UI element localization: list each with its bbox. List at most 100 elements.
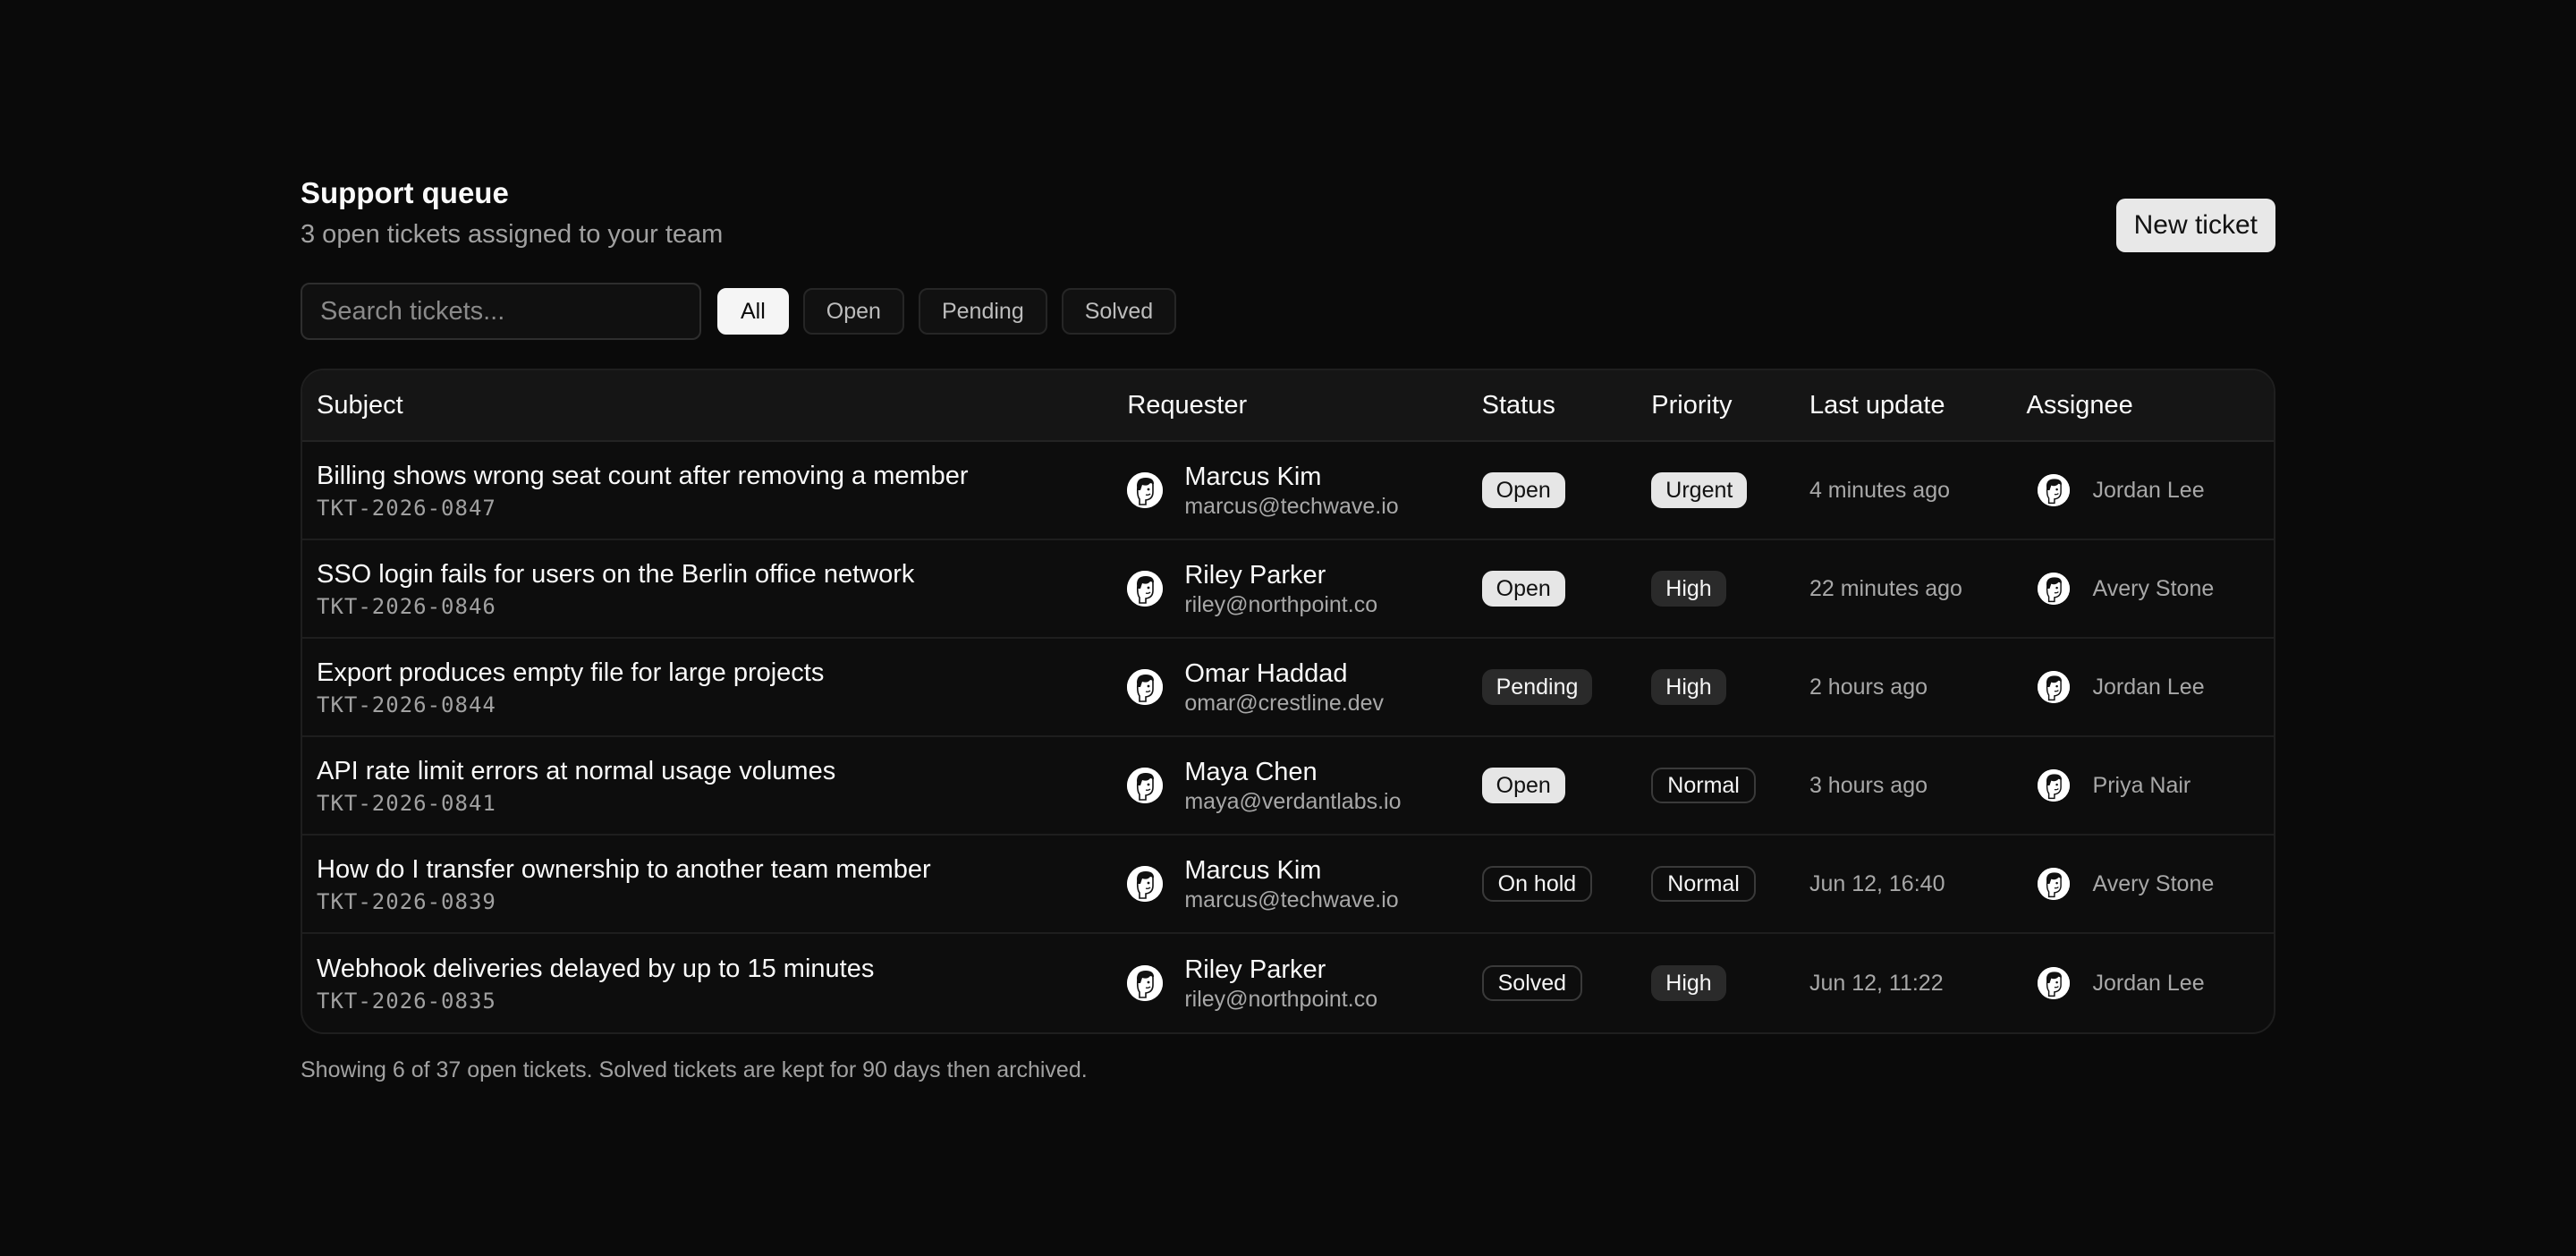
ticket-subject[interactable]: Webhook deliveries delayed by up to 15 m… — [317, 953, 1127, 985]
page-title: Support queue — [301, 176, 509, 209]
last-update-cell: Jun 12, 16:40 — [1809, 871, 2027, 897]
requester-email: omar@crestline.dev — [1184, 690, 1385, 716]
status-cell: Solved — [1481, 965, 1652, 1001]
filter-pending[interactable]: Pending — [918, 288, 1047, 335]
assignee-avatar — [2037, 671, 2070, 703]
priority-badge: High — [1651, 965, 1726, 1001]
new-ticket-button[interactable]: New ticket — [2115, 199, 2275, 252]
ticket-id: TKT-2026-0847 — [317, 496, 496, 521]
priority-badge: Urgent — [1651, 472, 1748, 508]
requester-info: Riley Parker riley@northpoint.co — [1184, 560, 1377, 618]
last-update-cell: 22 minutes ago — [1809, 576, 2027, 602]
last-update: 4 minutes ago — [1809, 477, 1950, 503]
requester-info: Marcus Kim marcus@techwave.io — [1184, 462, 1398, 520]
priority-cell: Urgent — [1651, 472, 1809, 508]
assignee-avatar — [2037, 967, 2070, 999]
ticket-id: TKT-2026-0841 — [317, 791, 496, 816]
status-badge: Solved — [1481, 965, 1583, 1001]
tickets-table: Subject Requester Status Priority Last u… — [301, 369, 2275, 1034]
table-header: Subject Requester Status Priority Last u… — [302, 370, 2274, 442]
table-row[interactable]: How do I transfer ownership to another t… — [302, 836, 2274, 934]
requester-avatar — [1127, 669, 1164, 705]
ticket-subject-cell: How do I transfer ownership to another t… — [302, 853, 1127, 914]
requester-info: Riley Parker riley@northpoint.co — [1184, 955, 1377, 1013]
requester-cell: Maya Chen maya@verdantlabs.io — [1127, 757, 1481, 815]
assignee-name: Priya Nair — [2092, 772, 2191, 798]
requester-cell: Riley Parker riley@northpoint.co — [1127, 955, 1481, 1013]
requester-info: Maya Chen maya@verdantlabs.io — [1184, 757, 1401, 815]
ticket-subject[interactable]: API rate limit errors at normal usage vo… — [317, 755, 1127, 787]
ticket-id: TKT-2026-0844 — [317, 692, 496, 717]
assignee-cell: Jordan Lee — [2027, 671, 2274, 703]
table-row[interactable]: Export produces empty file for large pro… — [302, 639, 2274, 737]
column-header-last-update[interactable]: Last update — [1809, 391, 2027, 420]
filter-open[interactable]: Open — [802, 288, 904, 335]
status-badge: Open — [1481, 472, 1565, 508]
ticket-subject[interactable]: Export produces empty file for large pro… — [317, 657, 1127, 689]
status-badge: Pending — [1481, 669, 1593, 705]
requester-cell: Riley Parker riley@northpoint.co — [1127, 560, 1481, 618]
column-header-priority[interactable]: Priority — [1651, 391, 1809, 420]
priority-badge: High — [1651, 669, 1726, 705]
column-header-subject[interactable]: Subject — [302, 391, 1127, 420]
requester-email: marcus@techwave.io — [1184, 887, 1399, 912]
last-update-cell: Jun 12, 11:22 — [1809, 971, 2027, 997]
requester-avatar — [1127, 571, 1164, 607]
column-header-assignee[interactable]: Assignee — [2027, 391, 2274, 420]
assignee-name: Avery Stone — [2092, 575, 2215, 601]
assignee-avatar — [2037, 868, 2070, 900]
priority-cell: High — [1651, 669, 1809, 705]
column-header-requester[interactable]: Requester — [1127, 391, 1481, 420]
last-update: 22 minutes ago — [1809, 575, 1962, 601]
table-row[interactable]: API rate limit errors at normal usage vo… — [302, 737, 2274, 836]
requester-avatar — [1127, 472, 1164, 508]
assignee-cell: Jordan Lee — [2027, 967, 2274, 999]
ticket-id: TKT-2026-0835 — [317, 989, 496, 1014]
priority-cell: Normal — [1651, 866, 1809, 902]
ticket-subject-cell: Billing shows wrong seat count after rem… — [302, 460, 1127, 521]
assignee-cell: Avery Stone — [2027, 868, 2274, 900]
requester-email: riley@northpoint.co — [1184, 986, 1378, 1012]
requester-name: Riley Parker — [1184, 955, 1326, 984]
status-badge: Open — [1481, 571, 1565, 607]
filter-solved[interactable]: Solved — [1061, 288, 1177, 335]
status-filters: All Open Pending Solved — [717, 288, 1177, 335]
column-header-status[interactable]: Status — [1482, 391, 1652, 420]
last-update: Jun 12, 11:22 — [1809, 970, 1944, 996]
status-cell: On hold — [1481, 866, 1652, 902]
priority-cell: High — [1651, 571, 1809, 607]
requester-cell: Marcus Kim marcus@techwave.io — [1127, 462, 1481, 520]
ticket-subject[interactable]: Billing shows wrong seat count after rem… — [317, 460, 1127, 492]
requester-info: Marcus Kim marcus@techwave.io — [1184, 855, 1398, 913]
last-update: 2 hours ago — [1809, 674, 1928, 700]
requester-avatar — [1127, 768, 1164, 803]
requester-email: marcus@techwave.io — [1184, 493, 1399, 519]
table-row[interactable]: SSO login fails for users on the Berlin … — [302, 540, 2274, 639]
last-update: Jun 12, 16:40 — [1809, 870, 1945, 896]
status-badge: Open — [1481, 768, 1565, 803]
assignee-name: Avery Stone — [2092, 870, 2215, 896]
table-row[interactable]: Webhook deliveries delayed by up to 15 m… — [302, 934, 2274, 1032]
ticket-subject-cell: Export produces empty file for large pro… — [302, 657, 1127, 717]
priority-badge: High — [1651, 571, 1726, 607]
requester-name: Marcus Kim — [1184, 462, 1322, 491]
status-badge: On hold — [1481, 866, 1593, 902]
search-box — [301, 283, 701, 340]
requester-name: Maya Chen — [1184, 757, 1318, 786]
requester-name: Riley Parker — [1184, 560, 1326, 590]
requester-cell: Marcus Kim marcus@techwave.io — [1127, 855, 1481, 913]
table-row[interactable]: Billing shows wrong seat count after rem… — [302, 442, 2274, 540]
ticket-subject[interactable]: How do I transfer ownership to another t… — [317, 853, 1127, 886]
assignee-avatar — [2037, 474, 2070, 506]
assignee-name: Jordan Lee — [2092, 674, 2205, 700]
last-update: 3 hours ago — [1809, 772, 1928, 798]
search-input[interactable] — [320, 296, 682, 327]
ticket-subject[interactable]: SSO login fails for users on the Berlin … — [317, 558, 1127, 590]
requester-avatar — [1127, 866, 1164, 902]
assignee-cell: Jordan Lee — [2027, 474, 2274, 506]
filter-all[interactable]: All — [717, 288, 789, 335]
assignee-name: Jordan Lee — [2092, 970, 2205, 996]
status-cell: Pending — [1481, 669, 1652, 705]
requester-info: Omar Haddad omar@crestline.dev — [1184, 658, 1384, 717]
status-cell: Open — [1481, 571, 1652, 607]
